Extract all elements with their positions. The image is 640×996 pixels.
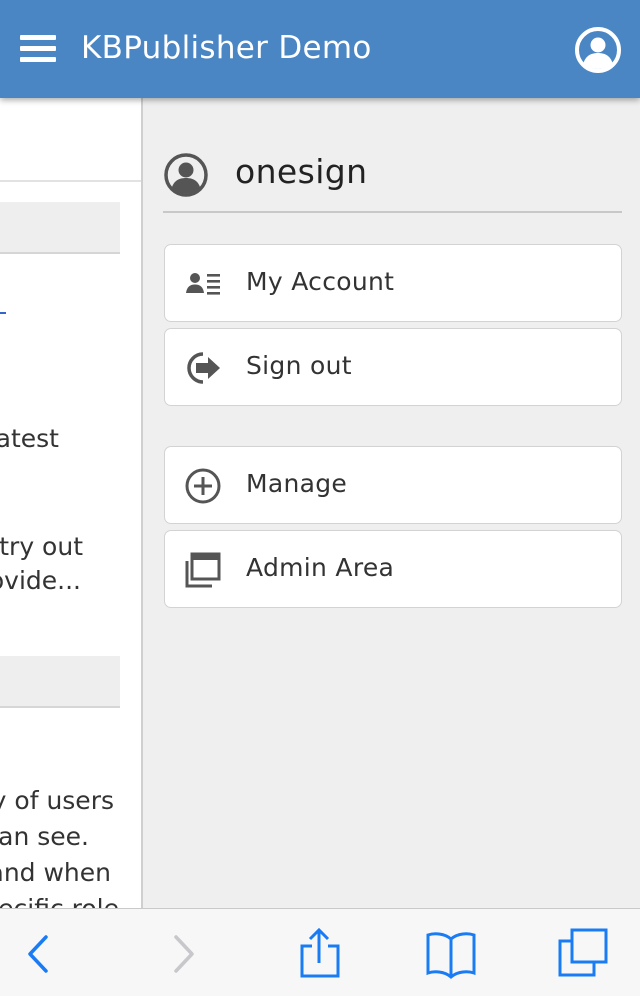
user-profile-icon[interactable] [574, 26, 622, 74]
my-account-label: My Account [246, 267, 395, 296]
plus-circle-icon [183, 467, 223, 505]
app-title: KBPublisher Demo [81, 30, 372, 66]
browser-toolbar [0, 908, 640, 996]
hamburger-menu-icon[interactable] [20, 35, 56, 69]
article-text: ovide... [0, 566, 81, 595]
page-content-behind-panel: atest try out ovide... y of users an see… [0, 98, 141, 908]
article-text: an see. [0, 822, 89, 851]
manage-button[interactable]: Manage [164, 446, 622, 524]
admin-area-label: Admin Area [246, 553, 395, 582]
contact-card-icon [183, 265, 223, 303]
sign-out-label: Sign out [246, 351, 352, 380]
my-account-button[interactable]: My Account [164, 244, 622, 322]
article-link[interactable] [0, 276, 6, 314]
article-text: ecific role [0, 894, 119, 908]
sign-out-button[interactable]: Sign out [164, 328, 622, 406]
tabs-icon[interactable] [556, 927, 610, 981]
bookmarks-icon[interactable] [424, 927, 478, 981]
sign-out-icon [183, 349, 223, 387]
article-text: and when [0, 858, 111, 887]
avatar-icon [163, 152, 209, 198]
section-header-bar [0, 656, 120, 708]
divider [163, 211, 622, 213]
article-text: y of users [0, 786, 114, 815]
app-header: KBPublisher Demo [0, 0, 640, 98]
forward-arrow-icon[interactable] [158, 927, 212, 981]
divider [0, 180, 141, 182]
manage-label: Manage [246, 469, 348, 498]
back-arrow-icon[interactable] [16, 927, 70, 981]
share-icon[interactable] [292, 927, 346, 981]
username: onesign [235, 152, 368, 191]
admin-area-button[interactable]: Admin Area [164, 530, 622, 608]
section-header-bar [0, 202, 120, 254]
windows-stack-icon [183, 551, 223, 589]
article-text: try out [0, 532, 83, 561]
article-text: atest [0, 424, 59, 453]
user-menu-panel: onesign My Account Sign out Manage Admin… [141, 98, 640, 908]
